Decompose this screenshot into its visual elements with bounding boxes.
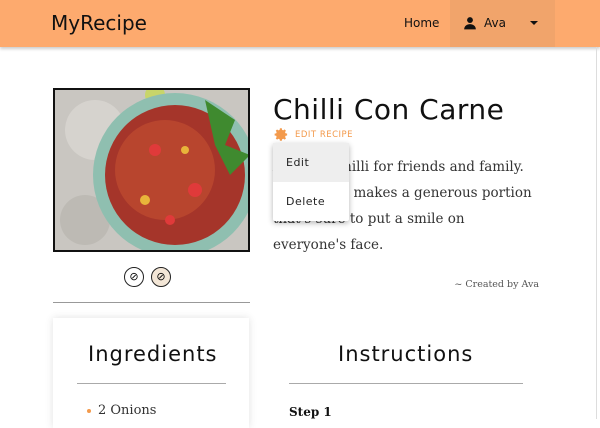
ingredient-text: 2 Onions [98,403,157,418]
caret-down-icon [530,21,538,25]
no-nuts-icon: ⊘ [124,267,144,287]
recipe-image [53,88,250,252]
brand-logo[interactable]: MyRecipe [51,11,147,35]
created-by: ~ Created by Ava [454,279,539,290]
instructions-title: Instructions [338,342,474,366]
divider [289,383,523,384]
gear-icon [274,128,288,141]
scrollbar[interactable] [596,47,597,419]
bullet-icon [87,408,91,413]
user-name: Ava [484,16,506,30]
menu-item-delete[interactable]: Delete [273,182,349,221]
edit-recipe-button[interactable]: EDIT RECIPE [274,127,353,142]
no-gluten-icon: ⊘ [151,267,171,287]
app-header: MyRecipe Home Ava [0,0,600,47]
nav-home-link[interactable]: Home [404,16,439,30]
divider [77,383,226,384]
user-menu-button[interactable]: Ava [450,0,555,47]
step-heading: Step 1 [289,405,332,419]
edit-recipe-label: EDIT RECIPE [295,129,354,140]
recipe-title: Chilli Con Carne [273,93,505,126]
ingredients-title: Ingredients [88,342,218,366]
divider [53,302,250,303]
edit-dropdown-menu: Edit Delete [273,143,349,221]
person-icon [464,17,476,30]
ingredient-item: 2 Onions [87,403,156,418]
menu-item-edit[interactable]: Edit [273,143,349,182]
